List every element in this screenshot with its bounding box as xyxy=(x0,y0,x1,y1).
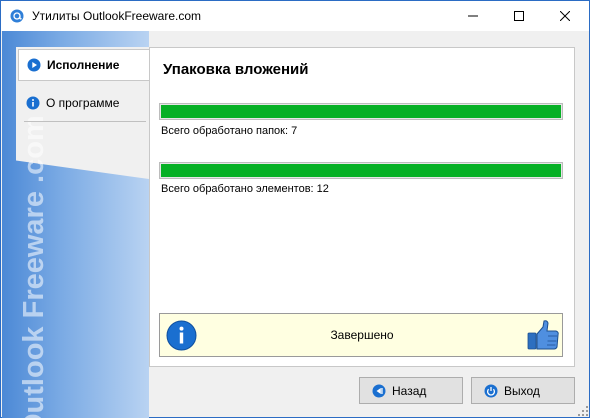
maximize-icon xyxy=(514,11,524,21)
folders-progress-label: Всего обработано папок: 7 xyxy=(161,125,298,137)
items-progress-label: Всего обработано элементов: 12 xyxy=(161,183,329,195)
back-button[interactable]: Назад xyxy=(359,377,463,404)
minimize-button[interactable] xyxy=(450,1,496,31)
window-title: Утилиты OutlookFreeware.com xyxy=(32,9,202,23)
tab-execution-label: Исполнение xyxy=(47,58,120,72)
items-progress-bar xyxy=(159,162,563,179)
page-title: Упаковка вложений xyxy=(163,61,309,78)
main-panel: Упаковка вложений Всего обработано папок… xyxy=(149,47,575,367)
maximize-button[interactable] xyxy=(496,1,542,31)
status-box: Завершено xyxy=(159,313,563,357)
back-button-label: Назад xyxy=(392,383,427,398)
app-window: Утилиты OutlookFreeware.com Outlook Free… xyxy=(0,0,590,418)
close-icon xyxy=(560,11,570,21)
tab-divider xyxy=(24,121,146,122)
tab-about-label: О программе xyxy=(46,96,120,110)
exit-button[interactable]: Выход xyxy=(471,377,575,404)
close-button[interactable] xyxy=(542,1,588,31)
power-icon xyxy=(484,384,498,397)
sidebar: Outlook Freeware .com Исполнение О прогр… xyxy=(2,31,149,418)
app-icon xyxy=(10,9,24,23)
tab-about[interactable]: О программе xyxy=(18,89,148,117)
items-progress-fill xyxy=(161,164,561,177)
back-icon xyxy=(372,384,386,397)
folders-progress-fill xyxy=(161,105,561,118)
brand-watermark: Outlook Freeware .com xyxy=(18,115,50,418)
resize-grip-icon[interactable] xyxy=(577,405,589,417)
info-icon xyxy=(26,96,40,110)
folders-progress-bar xyxy=(159,103,563,120)
play-icon xyxy=(27,58,41,72)
minimize-icon xyxy=(468,15,478,17)
thumbs-up-icon xyxy=(527,320,559,350)
tab-execution[interactable]: Исполнение xyxy=(18,49,149,81)
title-bar: Утилиты OutlookFreeware.com xyxy=(1,1,589,31)
status-text: Завершено xyxy=(330,328,394,342)
exit-button-label: Выход xyxy=(504,383,540,398)
